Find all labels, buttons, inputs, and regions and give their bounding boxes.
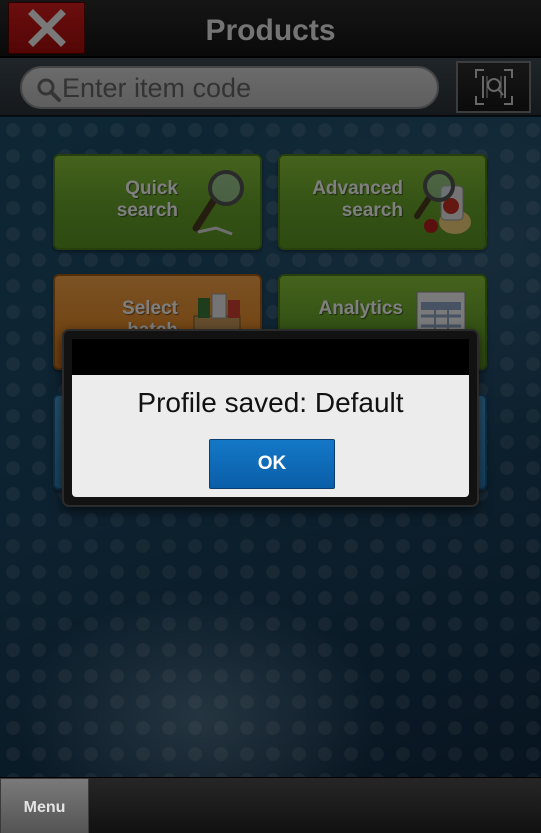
dialog-body: Profile saved: Default OK bbox=[72, 375, 469, 497]
bottom-bar: Menu bbox=[0, 777, 541, 833]
dialog-message: Profile saved: Default bbox=[137, 387, 404, 418]
dialog-titlebar bbox=[72, 339, 469, 375]
ok-button[interactable]: OK bbox=[209, 439, 335, 489]
menu-button[interactable]: Menu bbox=[0, 778, 89, 833]
profile-saved-dialog: Profile saved: Default OK bbox=[62, 329, 479, 507]
